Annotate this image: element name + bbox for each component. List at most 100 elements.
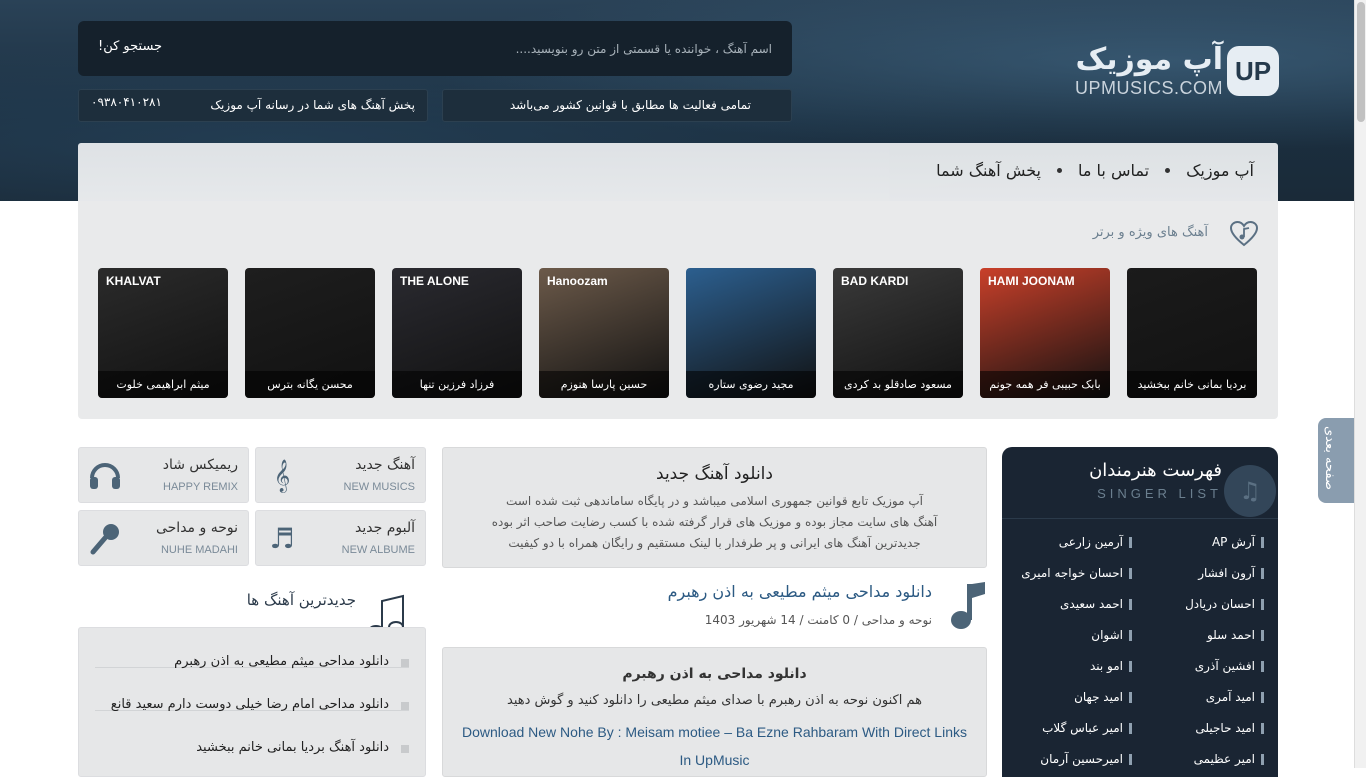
scrollbar[interactable] bbox=[1354, 0, 1366, 768]
featured-card[interactable]: HAMI JOONAM بابک حبیبی فر همه جونم bbox=[980, 268, 1110, 398]
bullet bbox=[1129, 691, 1132, 703]
singer-link[interactable]: احمد سعیدی bbox=[1014, 593, 1132, 615]
main-nav: آپ موزیک تماس با ما پخش آهنگ شما bbox=[78, 143, 1278, 201]
singer-link[interactable]: اشوان bbox=[1014, 624, 1132, 646]
latest-header: جدیدترین آهنگ ها bbox=[78, 588, 426, 637]
music-note-icon bbox=[951, 582, 985, 629]
category-sublabel: HAPPY REMIX bbox=[163, 481, 238, 493]
card-caption: بابک حبیبی فر همه جونم bbox=[980, 371, 1110, 398]
singer-name: امید آمری bbox=[1205, 690, 1255, 704]
singer-name: احمد سلو bbox=[1206, 628, 1255, 642]
singer-name: امید حاجیلی bbox=[1195, 721, 1255, 735]
featured-card[interactable]: Hanoozam حسین پارسا هنوزم bbox=[539, 268, 669, 398]
list-item[interactable]: دانلود مداحی میثم مطیعی به اذن رهبرم bbox=[95, 628, 409, 669]
card-caption: مجید رضوی ستاره bbox=[686, 371, 816, 398]
logo-text: آپ موزیک bbox=[1075, 42, 1223, 77]
bullet bbox=[1261, 598, 1264, 610]
cover-title: BAD KARDI bbox=[841, 274, 909, 288]
nav-item-upmusic[interactable]: آپ موزیک bbox=[1186, 161, 1254, 180]
featured-card[interactable]: BAD KARDI مسعود صادقلو بد کردی bbox=[833, 268, 963, 398]
next-page-tab[interactable]: صفحه بعدی bbox=[1318, 418, 1356, 503]
singer-link[interactable]: افشین آذری bbox=[1146, 655, 1264, 677]
singer-name: امیر عباس گلاب bbox=[1042, 721, 1123, 735]
singer-name: امیرحسین آرمان bbox=[1040, 752, 1123, 766]
category-new-music[interactable]: آهنگ جدید NEW MUSICS 𝄞 bbox=[255, 447, 426, 503]
singer-avatar-icon: ♫ bbox=[1224, 465, 1276, 517]
singer-name: آرمین زارعی bbox=[1058, 535, 1123, 549]
bullet bbox=[1261, 567, 1264, 579]
bullet bbox=[1129, 722, 1132, 734]
list-item-link[interactable]: دانلود مداحی میثم مطیعی به اذن رهبرم bbox=[174, 654, 389, 669]
bullet bbox=[1129, 629, 1132, 641]
bullet bbox=[1261, 660, 1264, 672]
featured-card[interactable]: مجید رضوی ستاره bbox=[686, 268, 816, 398]
card-caption: فرزاد فرزین تنها bbox=[392, 371, 522, 398]
nav-separator bbox=[1057, 168, 1062, 173]
category-label: ریمیکس شاد bbox=[162, 457, 238, 473]
scrollbar-thumb[interactable] bbox=[1357, 2, 1365, 122]
singer-link[interactable]: امیر عباس گلاب bbox=[1014, 717, 1132, 739]
card-caption: میثم ابراهیمی خلوت bbox=[98, 371, 228, 398]
singer-name: اشوان bbox=[1091, 628, 1123, 642]
cover-title: KHALVAT bbox=[106, 274, 161, 288]
album-notes-icon: ♬ bbox=[269, 522, 295, 555]
nav-item-contact[interactable]: تماس با ما bbox=[1078, 161, 1149, 180]
list-item-link[interactable]: دانلود مداحی امام رضا خیلی دوست دارم سعی… bbox=[111, 697, 389, 712]
category-happy-remix[interactable]: ریمیکس شاد HAPPY REMIX bbox=[78, 447, 249, 503]
list-item[interactable]: دانلود آهنگ بردیا بمانی خانم ببخشید bbox=[95, 714, 409, 755]
post-body-text: هم اکنون نوحه به اذن رهبرم با صدای میثم … bbox=[507, 693, 922, 708]
category-label: آهنگ جدید bbox=[355, 457, 415, 473]
card-caption: بردیا بمانی خانم ببخشید bbox=[1127, 371, 1257, 398]
microphone-icon bbox=[90, 524, 119, 555]
bullet bbox=[1261, 691, 1264, 703]
bullet bbox=[1129, 536, 1132, 548]
bullet bbox=[1261, 722, 1264, 734]
featured-card[interactable]: THE ALONE فرزاد فرزین تنها bbox=[392, 268, 522, 398]
intro-line: آهنگ های سایت مجاز بوده و موزیک های قرار… bbox=[491, 515, 938, 529]
featured-card[interactable]: بردیا بمانی خانم ببخشید bbox=[1127, 268, 1257, 398]
cover-title: HAMI JOONAM bbox=[988, 274, 1075, 288]
category-nohe-madahi[interactable]: نوحه و مداحی NUHE MADAHI bbox=[78, 510, 249, 566]
bullet bbox=[1129, 753, 1132, 765]
singer-name: احسان خواجه امیری bbox=[1021, 566, 1123, 580]
singer-link[interactable]: آرون افشار bbox=[1146, 562, 1264, 584]
singer-name: احمد سعیدی bbox=[1060, 597, 1123, 611]
singer-link[interactable]: امید آمری bbox=[1146, 686, 1264, 708]
post-body-english: Download New Nohe By : Meisam motiee – B… bbox=[462, 724, 967, 768]
singer-link[interactable]: آرش AP bbox=[1146, 531, 1264, 553]
singer-link[interactable]: احمد سلو bbox=[1146, 624, 1264, 646]
nav-separator bbox=[1165, 168, 1171, 173]
nav-item-publish[interactable]: پخش آهنگ شما bbox=[936, 161, 1041, 180]
list-item[interactable]: دانلود مداحی امام رضا خیلی دوست دارم سعی… bbox=[95, 671, 409, 712]
search-input[interactable] bbox=[234, 35, 774, 63]
bullet bbox=[1129, 660, 1132, 672]
list-item-link[interactable]: دانلود آهنگ بردیا بمانی خانم ببخشید bbox=[196, 740, 389, 755]
category-sublabel: NUHE MADAHI bbox=[160, 544, 238, 556]
category-new-album[interactable]: آلبوم جدید NEW ALBUME ♬ bbox=[255, 510, 426, 566]
site-logo[interactable]: UP آپ موزیک UPMUSICS.COM bbox=[1075, 44, 1279, 100]
latest-title: جدیدترین آهنگ ها bbox=[246, 591, 356, 609]
singer-link[interactable]: احسان خواجه امیری bbox=[1014, 562, 1132, 584]
singer-link[interactable]: احسان دریادل bbox=[1146, 593, 1264, 615]
singer-name: امو بند bbox=[1089, 659, 1123, 673]
singer-link[interactable]: امیر عظیمی bbox=[1146, 748, 1264, 770]
singer-link[interactable]: امید حاجیلی bbox=[1146, 717, 1264, 739]
singer-list-panel: ♫ فهرست هنرمندان SINGER LIST آرش AP آرمین… bbox=[1002, 447, 1278, 777]
search-button[interactable]: جستجو کن! bbox=[98, 39, 162, 54]
bullet bbox=[1261, 629, 1264, 641]
singer-link[interactable]: امو بند bbox=[1014, 655, 1132, 677]
featured-card[interactable]: محسن یگانه بترس bbox=[245, 268, 375, 398]
bullet bbox=[1129, 567, 1132, 579]
bullet bbox=[401, 659, 409, 667]
intro-box: دانلود آهنگ جدید آپ موزیک تابع قوانین جم… bbox=[442, 447, 987, 568]
featured-card[interactable]: KHALVAT میثم ابراهیمی خلوت bbox=[98, 268, 228, 398]
headphones-icon bbox=[90, 463, 120, 489]
post-title-link[interactable]: دانلود مداحی میثم مطیعی به اذن رهبرم bbox=[668, 582, 932, 601]
promo-box[interactable]: پخش آهنگ های شما در رسانه آپ موزیک ۰۹۳۸۰… bbox=[78, 89, 428, 122]
singer-link[interactable]: امیرحسین آرمان bbox=[1014, 748, 1132, 770]
cover-title: THE ALONE bbox=[400, 274, 469, 288]
intro-text: آپ موزیک تابع قوانین جمهوری اسلامی میباش… bbox=[473, 491, 956, 554]
singer-link[interactable]: آرمین زارعی bbox=[1014, 531, 1132, 553]
singer-link[interactable]: امید جهان bbox=[1014, 686, 1132, 708]
notice-box: تمامی فعالیت ها مطابق با قوانین کشور می‌… bbox=[442, 89, 792, 122]
